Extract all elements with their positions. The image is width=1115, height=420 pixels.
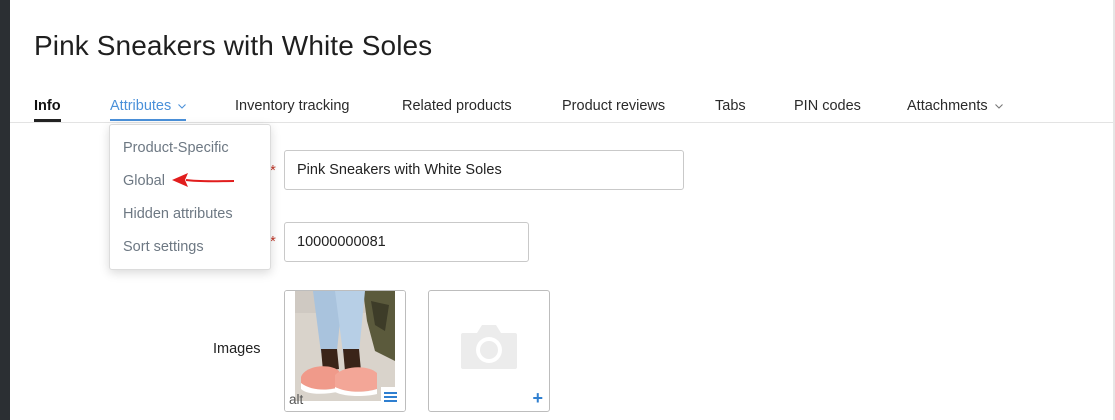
- menu-item-product-specific[interactable]: Product-Specific: [123, 140, 229, 156]
- left-sidebar-edge: [0, 0, 10, 420]
- tab-bar: Info Attributes Inventory tracking Relat…: [10, 96, 1113, 123]
- chevron-down-icon: [994, 104, 1003, 109]
- red-arrow-icon: [172, 173, 235, 187]
- tab-attributes[interactable]: Attributes: [110, 98, 187, 121]
- tab-info[interactable]: Info: [34, 98, 61, 122]
- tab-related-products[interactable]: Related products: [402, 98, 512, 119]
- images-label: Images: [213, 341, 261, 357]
- chevron-down-icon: [178, 104, 187, 109]
- plus-icon[interactable]: +: [532, 389, 543, 407]
- tab-info-label: Info: [34, 98, 61, 114]
- camera-icon: [461, 325, 517, 369]
- tab-product-reviews[interactable]: Product reviews: [562, 98, 665, 119]
- attributes-dropdown-menu: Product-Specific Global Hidden attribute…: [109, 124, 271, 270]
- tab-pin-codes[interactable]: PIN codes: [794, 98, 861, 119]
- product-name-input[interactable]: Pink Sneakers with White Soles: [284, 150, 684, 190]
- menu-lines-icon[interactable]: [381, 387, 401, 407]
- product-code-input[interactable]: 10000000081: [284, 222, 529, 262]
- product-image-thumbnail[interactable]: alt: [284, 290, 406, 412]
- tab-tabs-label: Tabs: [715, 98, 746, 114]
- menu-item-global[interactable]: Global: [123, 173, 165, 189]
- tab-related-products-label: Related products: [402, 98, 512, 114]
- tab-attachments-label: Attachments: [907, 98, 988, 114]
- tab-attachments[interactable]: Attachments: [907, 98, 1003, 119]
- image-alt-label[interactable]: alt: [289, 392, 303, 407]
- menu-item-hidden-attributes[interactable]: Hidden attributes: [123, 206, 233, 222]
- tab-product-reviews-label: Product reviews: [562, 98, 666, 114]
- tab-pin-codes-label: PIN codes: [794, 98, 861, 114]
- tab-inventory-tracking-label: Inventory tracking: [235, 98, 350, 114]
- tab-tabs[interactable]: Tabs: [715, 98, 746, 119]
- tab-attributes-label: Attributes: [110, 98, 172, 114]
- page-title: Pink Sneakers with White Soles: [34, 30, 433, 61]
- menu-item-sort-settings[interactable]: Sort settings: [123, 239, 204, 255]
- tab-inventory-tracking[interactable]: Inventory tracking: [235, 98, 349, 119]
- add-image-box[interactable]: +: [428, 290, 550, 412]
